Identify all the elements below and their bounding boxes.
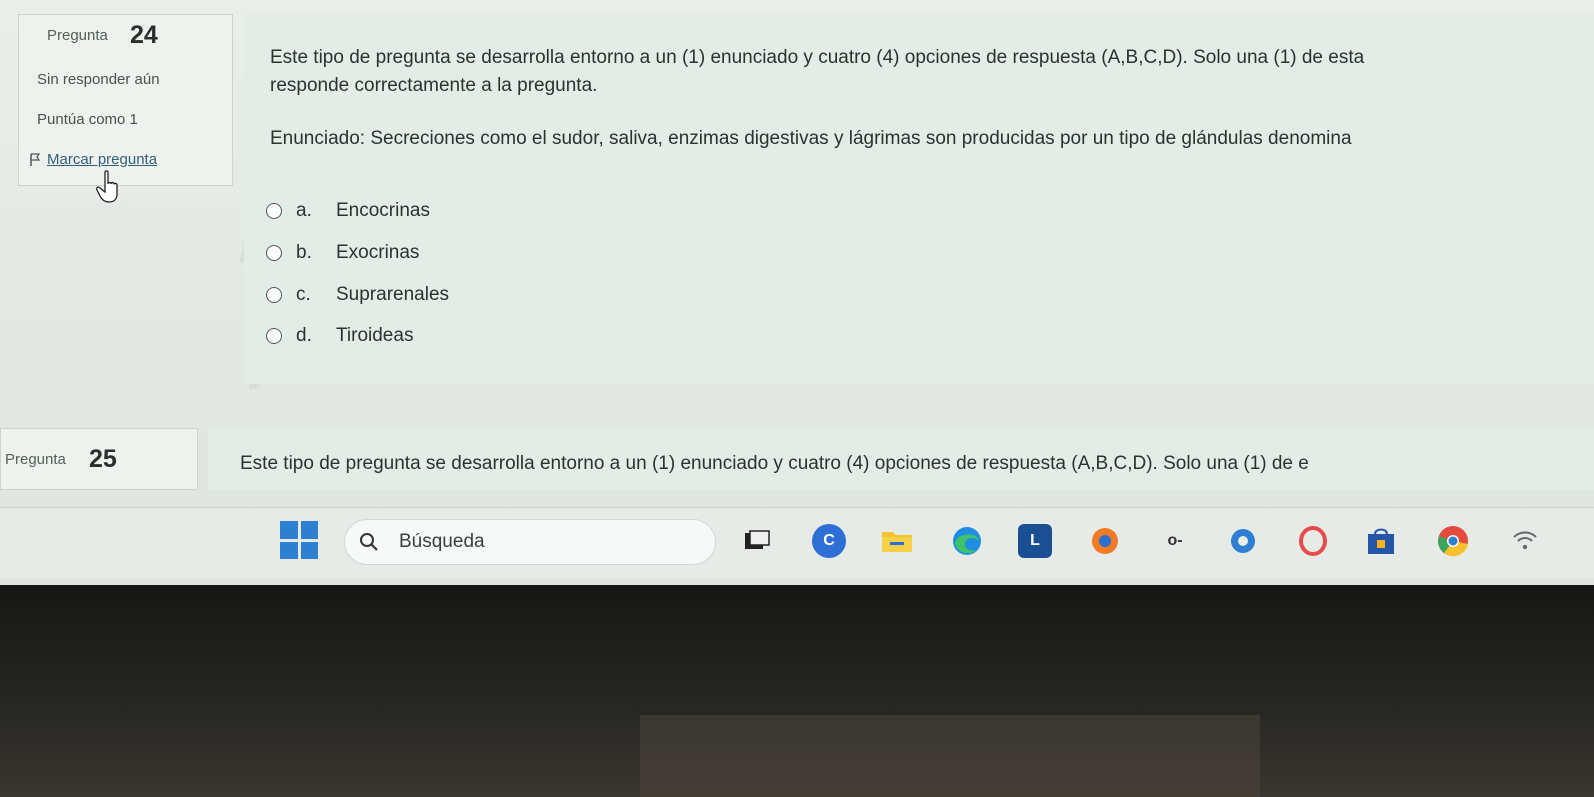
- answer-option-b[interactable]: b. Exocrinas: [266, 242, 419, 264]
- question-info-box: Pregunta 25: [0, 428, 198, 490]
- task-view-icon[interactable]: [740, 524, 774, 558]
- answer-letter: d.: [296, 325, 312, 346]
- question-instructions-line2: responde correctamente a la pregunta.: [270, 75, 598, 96]
- file-explorer-icon[interactable]: [880, 524, 914, 558]
- radio-button[interactable]: [266, 203, 282, 219]
- question-content: Este tipo de pregunta se desarrolla ento…: [208, 428, 1594, 490]
- wifi-icon[interactable]: [1508, 524, 1542, 558]
- question-instructions-line1: Este tipo de pregunta se desarrolla ento…: [240, 453, 1309, 474]
- taskbar-search-box[interactable]: Búsqueda: [344, 519, 716, 565]
- app-l-icon[interactable]: L: [1018, 524, 1052, 558]
- windows-taskbar: Búsqueda C L o-: [0, 507, 1594, 578]
- hand-cursor-icon: [96, 170, 118, 203]
- answer-text: Suprarenales: [336, 284, 450, 305]
- flag-question-label: Marcar pregunta: [47, 151, 158, 168]
- question-label: Pregunta: [47, 27, 108, 44]
- question-instructions: Este tipo de pregunta se desarrolla ento…: [270, 44, 1364, 100]
- radio-button[interactable]: [266, 245, 282, 261]
- question-statement: Enunciado: Secreciones como el sudor, sa…: [270, 128, 1352, 149]
- edge-icon[interactable]: [950, 524, 984, 558]
- store-icon[interactable]: [1364, 524, 1398, 558]
- question-state: Sin responder aún: [37, 71, 160, 88]
- opera-gx-icon[interactable]: [1296, 524, 1330, 558]
- copilot-icon[interactable]: C: [812, 524, 846, 558]
- radio-button[interactable]: [266, 287, 282, 303]
- answer-option-a[interactable]: a. Encocrinas: [266, 200, 430, 222]
- answer-letter: a.: [296, 200, 312, 221]
- question-grade: Puntúa como 1: [37, 111, 138, 128]
- answer-option-c[interactable]: c. Suprarenales: [266, 284, 449, 306]
- search-icon: [360, 533, 378, 551]
- answer-letter: b.: [296, 242, 312, 263]
- question-number: 24: [130, 21, 158, 49]
- app-circle-icon[interactable]: [1226, 524, 1260, 558]
- opera-icon[interactable]: [1088, 524, 1122, 558]
- answer-text: Tiroideas: [336, 325, 414, 346]
- search-placeholder: Búsqueda: [399, 531, 485, 552]
- answer-text: Encocrinas: [336, 200, 430, 221]
- windows-start-icon[interactable]: [280, 521, 318, 559]
- answer-text: Exocrinas: [336, 242, 420, 263]
- app-key-icon[interactable]: o-: [1158, 524, 1192, 558]
- flag-question-link[interactable]: Marcar pregunta: [29, 151, 157, 168]
- radio-button[interactable]: [266, 328, 282, 344]
- answer-letter: c.: [296, 284, 311, 305]
- question-info-box: Pregunta 24 Sin responder aún Puntúa com…: [18, 14, 233, 186]
- question-content: Este tipo de pregunta se desarrolla ento…: [244, 14, 1594, 384]
- desk-surface: [640, 715, 1260, 797]
- flag-icon: [30, 152, 41, 166]
- chrome-icon[interactable]: [1436, 524, 1470, 558]
- browser-screen: ANYI PAOLA PALACIOS PALACIOS Pregunta 24…: [0, 0, 1594, 585]
- answer-option-d[interactable]: d. Tiroideas: [266, 325, 413, 347]
- question-number: 25: [89, 445, 117, 473]
- question-label: Pregunta: [5, 451, 66, 468]
- question-instructions-line1: Este tipo de pregunta se desarrolla ento…: [270, 47, 1365, 68]
